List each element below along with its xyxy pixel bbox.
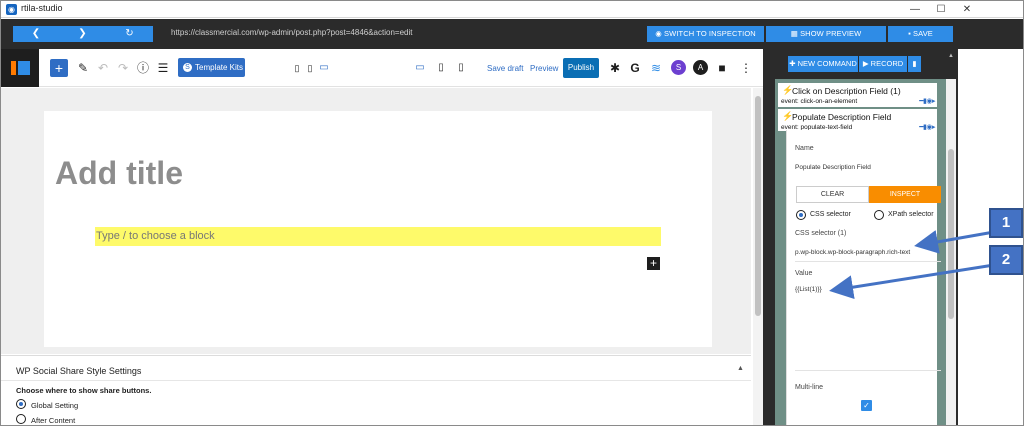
reload-button[interactable]: ↻ (106, 26, 153, 42)
global-setting-radio[interactable] (16, 399, 26, 409)
chevron-right-icon: ❯ (78, 28, 87, 39)
value-label: Value (795, 270, 813, 277)
settings-gear-icon[interactable]: ✱ (607, 60, 623, 76)
preview-link[interactable]: Preview (530, 64, 558, 73)
plus-icon: ✚ (789, 59, 798, 68)
scroll-up-icon[interactable]: ▲ (948, 53, 954, 59)
new-command-button[interactable]: ✚ NEW COMMAND (788, 56, 858, 72)
divider (795, 261, 941, 262)
undo-icon[interactable]: ↶ (95, 60, 111, 76)
chevron-left-icon: ❮ (31, 28, 41, 39)
add-block-button[interactable]: + (50, 59, 68, 77)
settings-title: WP Social Share Style Settings (16, 366, 142, 376)
command-controls-icon[interactable]: ━▮◉▸ (919, 97, 935, 105)
editor-logo[interactable] (1, 49, 39, 87)
switch-to-inspection-button[interactable]: ◉ SWITCH TO INSPECTION (647, 26, 764, 42)
pencil-icon[interactable]: ✎ (75, 60, 91, 76)
name-field[interactable]: Populate Description Field (795, 164, 871, 171)
post-title-field[interactable]: Add title (55, 155, 183, 192)
logo-bar-orange (11, 61, 16, 75)
name-label: Name (795, 145, 814, 152)
forward-button[interactable]: ❯ (59, 26, 106, 42)
after-content-radio[interactable] (16, 414, 26, 424)
shield-icon[interactable]: G (627, 60, 643, 76)
plugin-s-icon[interactable]: S (671, 60, 686, 75)
save-button[interactable]: ▪ SAVE (888, 26, 953, 42)
command-list: ⚡ Click on Description Field (1) event: … (775, 79, 950, 425)
trash-icon[interactable]: ▮ (908, 56, 921, 72)
jetpack-icon[interactable]: ■ (714, 60, 730, 76)
clear-button[interactable]: CLEAR (796, 186, 869, 203)
template-kits-icon: S (183, 63, 192, 72)
close-button[interactable]: ✕ (954, 1, 980, 18)
panel-scrollbar[interactable] (946, 79, 956, 425)
editor-canvas-area: Add title Type / to choose a block + (1, 88, 751, 354)
command-form: Name Populate Description Field CLEAR IN… (786, 130, 941, 425)
xpath-selector-radio[interactable] (874, 210, 884, 220)
after-content-label: After Content (31, 416, 76, 425)
minimize-button[interactable]: — (902, 1, 928, 18)
command-title: Click on Description Field (1) (792, 86, 901, 96)
settings-question: Choose where to show share buttons. (16, 386, 152, 395)
rtila-icon: ◉ (6, 4, 17, 15)
eye-icon: ◉ (655, 29, 665, 38)
divider (795, 370, 941, 371)
collapse-caret-icon[interactable]: ▲ (737, 365, 744, 372)
editor-canvas: Add title Type / to choose a block + (44, 111, 712, 347)
command-item[interactable]: ⚡ Click on Description Field (1) event: … (775, 83, 937, 107)
editor-scrollbar[interactable] (753, 88, 763, 425)
editor-scrollbar-thumb[interactable] (755, 96, 761, 316)
multiline-checkbox[interactable]: ✓ (861, 400, 872, 411)
record-button[interactable]: ▶ RECORD (859, 56, 907, 72)
preview-icon: ▦ (790, 29, 801, 38)
annotation-badge-2: 2 (989, 245, 1023, 275)
info-icon[interactable]: ⓘ (135, 60, 151, 76)
xpath-selector-label: XPath selector (888, 211, 934, 218)
value-field[interactable]: {{List(1)}} (795, 286, 822, 293)
list-view-icon[interactable]: ☰ (155, 60, 171, 76)
command-event: event: click-on-an-element (781, 98, 858, 105)
play-icon: ▶ (862, 59, 871, 68)
reload-icon: ↻ (125, 28, 134, 39)
share-settings-panel: WP Social Share Style Settings ▲ Choose … (1, 355, 751, 425)
browser-bar: ❮ ❯ ↻ https://classmercial.com/wp-admin/… (1, 19, 1023, 49)
command-title: Populate Description Field (792, 112, 892, 122)
editor-toolbar: + ✎ ↶ ↷ ⓘ ☰ S Template Kits ▯ ▯ ▭ ▭ ▯ ▯ … (1, 49, 763, 87)
mobile-preview-icon[interactable]: ▯ (453, 60, 469, 76)
logo-bar-blue (18, 61, 30, 75)
database-icon[interactable]: ≋ (648, 60, 664, 76)
annotation-badge-1: 1 (989, 208, 1023, 238)
more-options-icon[interactable]: ⋮ (738, 60, 754, 76)
title-bar: ◉ rtila-studio — ☐ ✕ (1, 1, 1023, 18)
desktop-icon[interactable]: ▭ (316, 60, 332, 76)
inspect-button[interactable]: INSPECT (869, 186, 941, 203)
multiline-label: Multi-line (795, 384, 824, 391)
window-title: rtila-studio (21, 3, 63, 13)
command-item[interactable]: ⚡ Populate Description Field event: popu… (775, 109, 937, 131)
rtila-command-panel: ✚ NEW COMMAND ▶ RECORD ▮ ▲ ⚡ Click on De… (763, 49, 958, 425)
paragraph-block[interactable]: Type / to choose a block (95, 227, 661, 246)
back-button[interactable]: ❮ (13, 26, 59, 42)
css-selector-field-label: CSS selector (1) (795, 230, 847, 237)
tablet-preview-icon[interactable]: ▯ (433, 60, 449, 76)
maximize-button[interactable]: ☐ (928, 1, 954, 18)
url-field[interactable]: https://classmercial.com/wp-admin/post.p… (171, 28, 412, 37)
plugin-a-icon[interactable]: A (693, 60, 708, 75)
app-window: ◉ rtila-studio — ☐ ✕ ❮ ❯ ↻ https://class… (0, 0, 1024, 426)
redo-icon[interactable]: ↷ (115, 60, 131, 76)
panel-scrollbar-thumb[interactable] (948, 149, 954, 319)
css-selector-field[interactable]: p.wp-block.wp-block-paragraph.rich-text (795, 249, 910, 256)
global-setting-label: Global Setting (31, 401, 79, 410)
divider (1, 380, 751, 381)
desktop-preview-icon[interactable]: ▭ (412, 60, 428, 76)
css-selector-radio[interactable] (796, 210, 806, 220)
publish-button[interactable]: Publish (563, 58, 599, 78)
css-selector-label: CSS selector (810, 211, 851, 218)
block-inserter-button[interactable]: + (647, 257, 660, 270)
template-kits-button[interactable]: S Template Kits (178, 58, 245, 77)
show-preview-button[interactable]: ▦ SHOW PREVIEW (766, 26, 886, 42)
save-draft-link[interactable]: Save draft (487, 64, 523, 73)
